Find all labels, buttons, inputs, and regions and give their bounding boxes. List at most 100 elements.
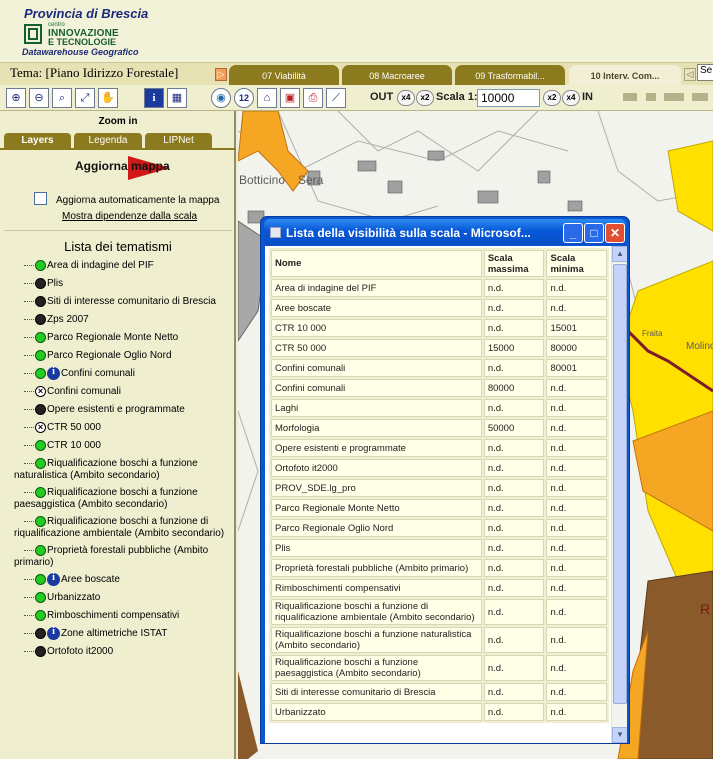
layer-label-continued[interactable]: naturalistica (Ambito secondario) [14, 470, 160, 482]
layer-label-continued[interactable]: paesaggistica (Ambito secondario) [14, 499, 167, 511]
layer-label-continued[interactable]: primario) [14, 557, 53, 569]
zoom-out-icon[interactable]: ⊖ [29, 88, 49, 108]
layer-label[interactable]: Zone altimetriche ISTAT [61, 628, 167, 640]
layer-visible-icon[interactable] [35, 368, 46, 379]
layer-label[interactable]: Proprietà forestali pubbliche (Ambito [47, 545, 208, 557]
pdf-export-icon[interactable]: ⎙ [303, 88, 323, 108]
layer-hidden-icon[interactable] [35, 628, 46, 639]
layer-visible-icon[interactable] [35, 350, 46, 361]
layer-out-of-scale-icon[interactable]: × [35, 386, 46, 397]
close-icon[interactable]: ✕ [605, 223, 625, 243]
tab-legenda[interactable]: Legenda [74, 133, 142, 148]
zoom-in-icon[interactable]: ⊕ [6, 88, 26, 108]
maximize-icon[interactable]: □ [584, 223, 604, 243]
layer-out-of-scale-icon[interactable]: × [35, 422, 46, 433]
layer-label[interactable]: CTR 50 000 [47, 422, 101, 434]
layer-label[interactable]: CTR 10 000 [47, 440, 101, 452]
layer-label[interactable]: Aree boscate [61, 574, 120, 586]
auto-update-checkbox[interactable] [34, 192, 47, 205]
layer-visible-icon[interactable] [35, 458, 46, 469]
max-scale-cell: n.d. [483, 703, 545, 721]
tab-08-macroaree[interactable]: 08 Macroaree [342, 65, 452, 86]
layer-label[interactable]: Ortofoto it2000 [47, 646, 113, 658]
info-icon[interactable]: i [144, 88, 164, 108]
layer-table-icon[interactable]: ▦ [167, 88, 187, 108]
zoom-in-x2-button[interactable]: x2 [543, 90, 561, 106]
layer-visible-icon[interactable] [35, 487, 46, 498]
date-twelve-icon[interactable]: 12 [234, 88, 254, 108]
layer-visible-icon[interactable] [35, 332, 46, 343]
scale-dependency-link[interactable]: Mostra dipendenze dalla scala [62, 211, 197, 222]
table-scrollbar[interactable]: ▲ ▼ [611, 246, 627, 743]
scroll-up-icon[interactable]: ▲ [612, 246, 627, 262]
max-scale-cell: n.d. [483, 439, 545, 457]
scale-visibility-window: Lista della visibilità sulla scala - Mic… [260, 216, 630, 744]
tab-lipnet[interactable]: LIPNet [145, 133, 212, 148]
layer-label[interactable]: Urbanizzato [47, 592, 100, 604]
layer-label[interactable]: Area di indagine del PIF [47, 260, 154, 272]
minimize-icon[interactable]: _ [563, 223, 583, 243]
layer-name-cell: Area di indagine del PIF [271, 279, 482, 297]
window-titlebar[interactable]: Lista della visibilità sulla scala - Mic… [264, 219, 626, 245]
globe-icon[interactable]: ◉ [211, 88, 231, 108]
layer-label[interactable]: Parco Regionale Oglio Nord [47, 350, 172, 362]
layer-hidden-icon[interactable] [35, 646, 46, 657]
zoom-out-x2-button[interactable]: x2 [416, 90, 434, 106]
pan-hand-icon[interactable]: ✋ [98, 88, 118, 108]
layer-name-cell: Siti di interesse comunitario di Brescia [271, 683, 482, 701]
scrollbar-thumb[interactable] [613, 264, 627, 704]
search-input[interactable]: Se [697, 64, 713, 81]
layer-label[interactable]: Riqualificazione boschi a funzione di [47, 516, 208, 528]
table-row: Ortofoto it2000 n.d. n.d. [271, 459, 607, 477]
layer-label[interactable]: Zps 2007 [47, 314, 89, 326]
theme-title: Tema: [Piano Idirizzo Forestale] [10, 65, 179, 80]
tab-07-viabilita[interactable]: 07 Viabilità [229, 65, 339, 86]
layer-hidden-icon[interactable] [35, 278, 46, 289]
measure-ruler-icon[interactable]: ⟋ [326, 88, 346, 108]
layer-info-icon[interactable]: i [47, 573, 60, 586]
layer-label[interactable]: Parco Regionale Monte Netto [47, 332, 178, 344]
layer-label[interactable]: Siti di interesse comunitario di Brescia [47, 296, 216, 308]
tab-layers[interactable]: Layers [4, 133, 71, 148]
full-extent-icon[interactable]: ⤢ [75, 88, 95, 108]
home-icon[interactable]: ⌂ [257, 88, 277, 108]
layer-label[interactable]: Confini comunali [47, 386, 121, 398]
layer-visible-icon[interactable] [35, 545, 46, 556]
max-scale-cell: n.d. [483, 499, 545, 517]
layer-label[interactable]: Confini comunali [61, 368, 135, 380]
layer-label[interactable]: Opere esistenti e programmate [47, 404, 185, 416]
table-row: Siti di interesse comunitario di Brescia… [271, 683, 607, 701]
table-row: Parco Regionale Oglio Nord n.d. n.d. [271, 519, 607, 537]
zoom-out-x4-button[interactable]: x4 [397, 90, 415, 106]
zoom-in-x4-button[interactable]: x4 [562, 90, 580, 106]
layer-visible-icon[interactable] [35, 440, 46, 451]
tab-10-interventi[interactable]: 10 Interv. Com... [569, 65, 681, 87]
layer-hidden-icon[interactable] [35, 296, 46, 307]
layer-label[interactable]: Riqualificazione boschi a funzione [47, 487, 198, 499]
layer-info-icon[interactable]: i [47, 367, 60, 380]
zoom-window-icon[interactable]: ⌕ [52, 88, 72, 108]
layer-visible-icon[interactable] [35, 260, 46, 271]
tab-scroll-left-icon[interactable]: ▷ [215, 68, 227, 81]
max-scale-cell: n.d. [483, 683, 545, 701]
scroll-down-icon[interactable]: ▼ [612, 727, 627, 743]
layer-hidden-icon[interactable] [35, 314, 46, 325]
table-row: CTR 10 000 n.d. 15001 [271, 319, 607, 337]
print-map-icon[interactable]: ▣ [280, 88, 300, 108]
layer-hidden-icon[interactable] [35, 404, 46, 415]
layer-info-icon[interactable]: i [47, 627, 60, 640]
scale-input[interactable]: 10000 [477, 89, 540, 107]
tab-scroll-right-icon[interactable]: ◁ [684, 68, 696, 81]
layer-visible-icon[interactable] [35, 592, 46, 603]
tab-09-trasformabilita[interactable]: 09 Trasformabil... [455, 65, 565, 86]
layer-label[interactable]: Riqualificazione boschi a funzione [47, 458, 198, 470]
panel-divider [4, 230, 232, 231]
layer-visible-icon[interactable] [35, 574, 46, 585]
layer-label[interactable]: Rimboschimenti compensativi [47, 610, 179, 622]
layer-label[interactable]: Plis [47, 278, 63, 290]
update-map-button[interactable]: Aggiorna mappa [75, 159, 170, 173]
layer-visible-icon[interactable] [35, 610, 46, 621]
layer-label-continued[interactable]: riqualificazione ambientale (Ambito seco… [14, 528, 224, 540]
min-scale-cell: n.d. [546, 479, 607, 497]
layer-visible-icon[interactable] [35, 516, 46, 527]
